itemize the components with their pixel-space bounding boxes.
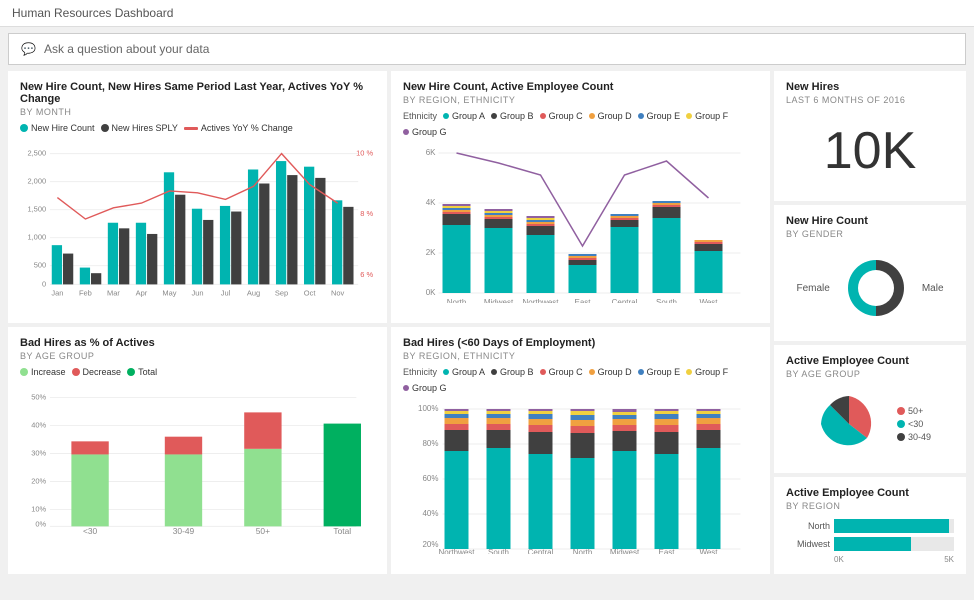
svg-text:4K: 4K <box>426 198 436 207</box>
card5-legend: Increase Decrease Total <box>20 367 375 377</box>
svg-text:0%: 0% <box>35 519 46 528</box>
svg-text:North: North <box>573 548 593 554</box>
gender-donut <box>836 253 916 323</box>
card-new-hire-monthly: New Hire Count, New Hires Same Period La… <box>8 71 387 323</box>
svg-text:Sep: Sep <box>275 289 288 298</box>
svg-text:Aug: Aug <box>247 289 260 298</box>
card5-subtitle: BY AGE GROUP <box>20 351 375 361</box>
card-gender: New Hire Count BY GENDER Female Male <box>774 205 966 341</box>
card-new-hire-region: New Hire Count, Active Employee Count BY… <box>391 71 770 323</box>
svg-text:Oct: Oct <box>304 289 317 298</box>
card-age-group: Active Employee Count BY AGE GROUP 50+ <box>774 345 966 473</box>
card3-subtitle: LAST 6 MONTHS OF 2016 <box>786 95 954 105</box>
svg-text:1,000: 1,000 <box>27 233 46 242</box>
card6-legend: Ethnicity Group A Group B Group C Group … <box>403 367 758 393</box>
svg-text:10 %: 10 % <box>356 148 373 157</box>
card6-title: Bad Hires (<60 Days of Employment) <box>403 337 758 349</box>
svg-text:2,000: 2,000 <box>27 177 46 186</box>
svg-text:West: West <box>699 548 718 554</box>
svg-text:2,500: 2,500 <box>27 148 46 157</box>
svg-text:Jun: Jun <box>191 289 203 298</box>
card4-subtitle: BY GENDER <box>786 229 954 239</box>
app-title: Human Resources Dashboard <box>0 0 974 27</box>
card1-subtitle: BY MONTH <box>20 107 375 117</box>
svg-text:West: West <box>699 298 718 303</box>
card6-subtitle: BY REGION, ETHNICITY <box>403 351 758 361</box>
svg-text:Jul: Jul <box>221 289 231 298</box>
region-bar-north: North <box>786 519 954 533</box>
card-bad-hires-pct: Bad Hires as % of Actives BY AGE GROUP I… <box>8 327 387 574</box>
svg-text:East: East <box>658 548 675 554</box>
svg-text:500: 500 <box>34 261 46 270</box>
svg-text:50%: 50% <box>31 392 46 401</box>
male-label: Male <box>922 283 944 294</box>
card-bad-hires-region: Bad Hires (<60 Days of Employment) BY RE… <box>391 327 770 574</box>
svg-text:80%: 80% <box>422 439 438 448</box>
svg-text:6 %: 6 % <box>360 270 373 279</box>
svg-text:Total: Total <box>333 526 351 536</box>
bad-hires-region-chart: 100% 80% 60% 40% 20% <box>403 399 758 554</box>
card1-title: New Hire Count, New Hires Same Period La… <box>20 81 375 105</box>
svg-text:0: 0 <box>42 279 46 288</box>
card5-title: Bad Hires as % of Actives <box>20 337 375 349</box>
svg-text:40%: 40% <box>422 509 438 518</box>
card2-subtitle: BY REGION, ETHNICITY <box>403 95 758 105</box>
card7-subtitle: BY AGE GROUP <box>786 369 954 379</box>
svg-text:6K: 6K <box>426 148 436 157</box>
svg-text:South: South <box>488 548 509 554</box>
card2-legend: Ethnicity Group A Group B Group C Group … <box>403 111 758 137</box>
card1-chart: 2,500 2,000 1,500 1,000 500 0 10 % 8 % 6… <box>20 139 375 302</box>
card7-title: Active Employee Count <box>786 355 954 367</box>
svg-text:East: East <box>574 298 591 303</box>
svg-text:40%: 40% <box>31 420 46 429</box>
card-region: Active Employee Count BY REGION North Mi… <box>774 477 966 574</box>
svg-text:2K: 2K <box>426 248 436 257</box>
svg-text:100%: 100% <box>418 404 438 413</box>
svg-text:Central: Central <box>612 298 638 303</box>
card2-title: New Hire Count, Active Employee Count <box>403 81 758 93</box>
svg-text:10%: 10% <box>31 504 46 513</box>
svg-text:Jan: Jan <box>51 289 63 298</box>
svg-text:South: South <box>656 298 677 303</box>
bad-hires-chart: 50% 40% 30% 20% 10% 0% <box>20 383 375 538</box>
svg-text:50+: 50+ <box>256 526 270 536</box>
svg-text:0K: 0K <box>426 288 436 297</box>
card3-title: New Hires <box>786 81 954 93</box>
svg-text:20%: 20% <box>31 476 46 485</box>
svg-text:<30: <30 <box>83 526 98 536</box>
ask-bar[interactable]: 💬 Ask a question about your data <box>8 33 966 65</box>
chat-icon: 💬 <box>21 42 36 56</box>
svg-text:North: North <box>447 298 467 303</box>
svg-text:Nov: Nov <box>331 289 345 298</box>
card1-legend: New Hire Count New Hires SPLY Actives Yo… <box>20 123 375 133</box>
svg-text:8 %: 8 % <box>360 209 373 218</box>
card8-subtitle: BY REGION <box>786 501 954 511</box>
svg-text:30%: 30% <box>31 448 46 457</box>
svg-text:Central: Central <box>528 548 554 554</box>
age-pie <box>809 389 889 459</box>
ask-bar-text: Ask a question about your data <box>44 42 209 56</box>
svg-text:Northwest: Northwest <box>438 548 475 554</box>
svg-text:Apr: Apr <box>136 289 148 298</box>
card-new-hires-kpi: New Hires LAST 6 MONTHS OF 2016 10K <box>774 71 966 201</box>
svg-text:May: May <box>162 289 176 298</box>
svg-text:Midwest: Midwest <box>610 548 640 554</box>
svg-text:Mar: Mar <box>107 289 120 298</box>
svg-text:Midwest: Midwest <box>484 298 514 303</box>
card8-title: Active Employee Count <box>786 487 954 499</box>
svg-text:20%: 20% <box>422 540 438 549</box>
card3-value: 10K <box>786 111 954 191</box>
card4-title: New Hire Count <box>786 215 954 227</box>
svg-text:30-49: 30-49 <box>173 526 195 536</box>
svg-text:Feb: Feb <box>79 289 92 298</box>
svg-text:Northwest: Northwest <box>522 298 559 303</box>
svg-text:60%: 60% <box>422 474 438 483</box>
female-label: Female <box>796 283 829 294</box>
svg-text:1,500: 1,500 <box>27 205 46 214</box>
region-bar-midwest: Midwest <box>786 537 954 551</box>
